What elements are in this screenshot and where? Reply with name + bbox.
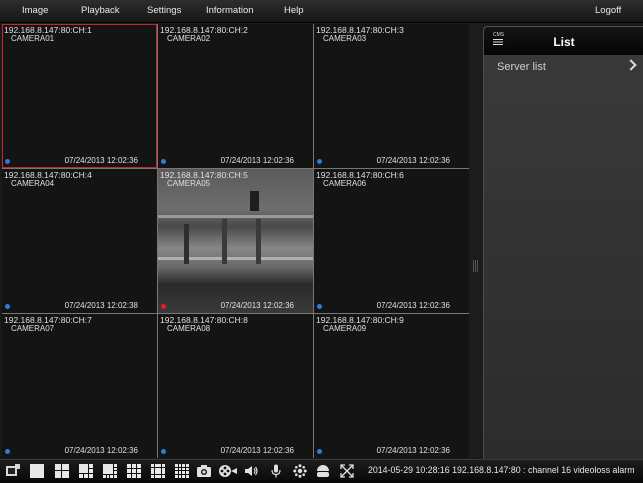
channel-list-icon[interactable] xyxy=(6,464,20,478)
layout-4-icon[interactable] xyxy=(55,464,69,478)
camera-timestamp: 07/24/2013 12:02:36 xyxy=(376,301,450,310)
camera-tile-8[interactable]: 192.168.8.147:80:CH:8 CAMERA08 07/24/201… xyxy=(158,314,313,458)
status-dot-icon xyxy=(161,449,166,454)
chevron-right-icon xyxy=(625,59,637,71)
fullscreen-icon[interactable] xyxy=(340,464,354,478)
color-settings-icon[interactable] xyxy=(293,464,307,478)
panel-header: CMS List xyxy=(484,27,643,55)
device-list-panel: CMS List Server list xyxy=(483,26,643,460)
panel-title: List xyxy=(553,35,575,49)
camera-timestamp: 07/24/2013 12:02:36 xyxy=(220,446,294,455)
menu-logoff[interactable]: Logoff xyxy=(595,5,621,16)
camera-name: CAMERA07 xyxy=(11,324,55,333)
camera-name: CAMERA01 xyxy=(11,34,55,43)
snapshot-icon[interactable] xyxy=(197,464,211,478)
camera-tile-4[interactable]: 192.168.8.147:80:CH:4 CAMERA04 07/24/201… xyxy=(2,169,157,313)
menu-information[interactable]: Information xyxy=(206,5,254,16)
camera-name: CAMERA03 xyxy=(323,34,367,43)
camera-grid: 192.168.8.147:80:CH:1 CAMERA01 07/24/201… xyxy=(2,24,469,458)
camera-timestamp: 07/24/2013 12:02:36 xyxy=(64,156,138,165)
status-dot-icon xyxy=(5,449,10,454)
record-dot-icon xyxy=(161,304,166,309)
status-dot-icon xyxy=(317,159,322,164)
status-dot-icon xyxy=(317,304,322,309)
layout-8-icon[interactable] xyxy=(103,464,117,478)
microphone-icon[interactable] xyxy=(269,464,283,478)
camera-name: CAMERA05 xyxy=(167,179,211,188)
status-dot-icon xyxy=(5,159,10,164)
camera-tile-1[interactable]: 192.168.8.147:80:CH:1 CAMERA01 07/24/201… xyxy=(2,24,157,168)
menu-playback[interactable]: Playback xyxy=(81,5,120,16)
top-menu-bar: Image Playback Settings Information Help… xyxy=(0,0,643,23)
ptz-icon[interactable] xyxy=(316,464,330,478)
server-list-label: Server list xyxy=(497,61,546,73)
camera-tile-9[interactable]: 192.168.8.147:80:CH:9 CAMERA09 07/24/201… xyxy=(314,314,469,458)
camera-timestamp: 07/24/2013 12:02:36 xyxy=(376,156,450,165)
camera-tile-7[interactable]: 192.168.8.147:80:CH:7 CAMERA07 07/24/201… xyxy=(2,314,157,458)
camera-timestamp: 07/24/2013 12:02:36 xyxy=(64,446,138,455)
status-dot-icon xyxy=(161,159,166,164)
panel-divider xyxy=(469,24,482,458)
camera-name: CAMERA02 xyxy=(167,34,211,43)
camera-name: CAMERA04 xyxy=(11,179,55,188)
camera-timestamp: 07/24/2013 12:02:36 xyxy=(376,446,450,455)
menu-image[interactable]: Image xyxy=(22,5,48,16)
bottom-toolbar: 2014-05-29 10:28:16 192.168.8.147:80 : c… xyxy=(0,459,643,483)
camera-name: CAMERA09 xyxy=(323,324,367,333)
camera-name: CAMERA06 xyxy=(323,179,367,188)
layout-13-icon[interactable] xyxy=(151,464,165,478)
camera-name: CAMERA08 xyxy=(167,324,211,333)
menu-settings[interactable]: Settings xyxy=(147,5,181,16)
menu-help[interactable]: Help xyxy=(284,5,304,16)
camera-tile-2[interactable]: 192.168.8.147:80:CH:2 CAMERA02 07/24/201… xyxy=(158,24,313,168)
status-dot-icon xyxy=(317,449,322,454)
status-dot-icon xyxy=(5,304,10,309)
camera-timestamp: 07/24/2013 12:02:36 xyxy=(220,156,294,165)
camera-timestamp: 07/24/2013 12:02:36 xyxy=(220,301,294,310)
camera-timestamp: 07/24/2013 12:02:38 xyxy=(64,301,138,310)
camera-tile-6[interactable]: 192.168.8.147:80:CH:6 CAMERA06 07/24/201… xyxy=(314,169,469,313)
server-list-item[interactable]: Server list xyxy=(484,57,643,77)
record-icon[interactable] xyxy=(219,464,237,478)
alarm-status-text: 2014-05-29 10:28:16 192.168.8.147:80 : c… xyxy=(368,465,635,475)
layout-9-icon[interactable] xyxy=(127,464,141,478)
layout-1-icon[interactable] xyxy=(30,464,44,478)
speaker-icon[interactable] xyxy=(244,464,258,478)
layout-6-icon[interactable] xyxy=(79,464,93,478)
drag-handle-icon[interactable] xyxy=(473,260,478,272)
layout-16-icon[interactable] xyxy=(175,464,189,478)
camera-tile-5[interactable]: 192.168.8.147:80:CH:5 CAMERA05 07/24/201… xyxy=(158,169,313,313)
camera-tile-3[interactable]: 192.168.8.147:80:CH:3 CAMERA03 07/24/201… xyxy=(314,24,469,168)
live-video-feed xyxy=(158,169,313,313)
